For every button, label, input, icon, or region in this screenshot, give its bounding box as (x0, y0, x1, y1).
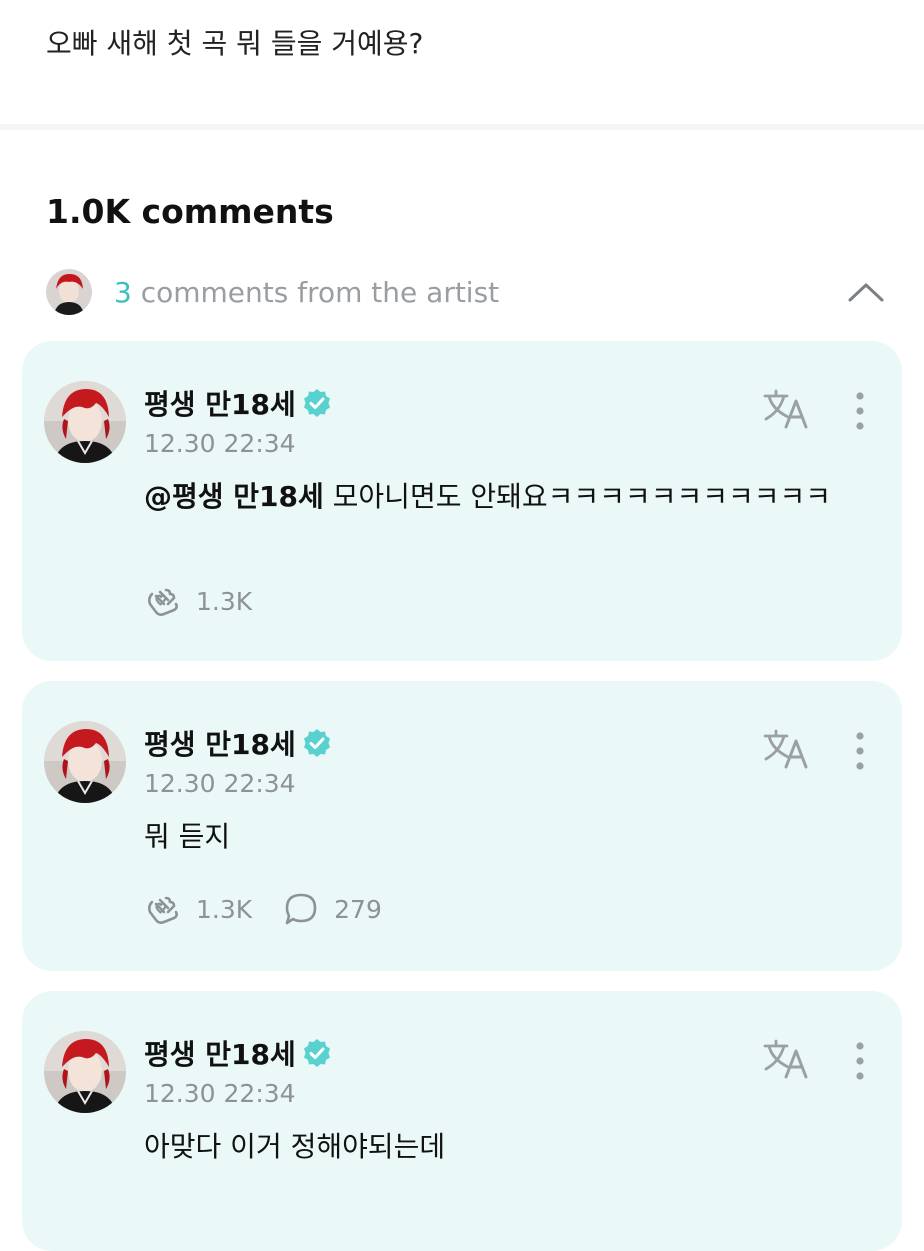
commenter-name-row: 평생 만18세 (144, 383, 332, 423)
comment-timestamp: 12.30 22:34 (144, 1079, 296, 1108)
comment-mention[interactable]: @평생 만18세 (144, 480, 324, 513)
more-vertical-icon[interactable] (848, 731, 872, 771)
commenter-name[interactable]: 평생 만18세 (144, 1033, 296, 1073)
artist-comments-count: 3 (114, 275, 132, 309)
speech-bubble-icon (285, 893, 317, 925)
section-divider (0, 124, 924, 130)
comment-timestamp: 12.30 22:34 (144, 429, 296, 458)
translate-icon[interactable] (762, 387, 812, 431)
artist-comments-label: 3 comments from the artist (114, 276, 499, 309)
artist-comment-card: 평생 만18세 12.30 22:34 아맞다 이거 정해야되는데 (22, 991, 902, 1251)
comment-body: 아맞다 이거 정해야되는데 (144, 1127, 874, 1167)
commenter-name-row: 평생 만18세 (144, 723, 332, 763)
comment-body: @평생 만18세 모아니면도 안돼요ㅋㅋㅋㅋㅋㅋㅋㅋㅋㅋㅋ (144, 477, 874, 517)
comment-actions: 1.3K 279 (144, 890, 412, 928)
artist-comments-text: comments from the artist (140, 275, 500, 309)
heart-hands-icon (148, 896, 178, 924)
commenter-avatar[interactable] (44, 381, 126, 463)
heart-hands-icon (148, 588, 178, 616)
comment-text: 뭐 듣지 (144, 820, 231, 853)
like-button[interactable]: 1.3K (144, 582, 252, 620)
comment-text: 모아니면도 안돼요ㅋㅋㅋㅋㅋㅋㅋㅋㅋㅋㅋ (323, 480, 832, 513)
like-count: 1.3K (196, 586, 253, 616)
artist-comments-toggle[interactable]: 3 comments from the artist (46, 268, 886, 316)
verified-badge-icon (303, 729, 330, 757)
comment-actions: 1.3K (144, 582, 282, 620)
commenter-name-row: 평생 만18세 (144, 1033, 332, 1073)
translate-icon[interactable] (762, 1037, 812, 1081)
artist-comment-card: 평생 만18세 12.30 22:34 뭐 듣지 1.3K 279 (22, 681, 902, 971)
artist-avatar (46, 269, 92, 315)
commenter-name[interactable]: 평생 만18세 (144, 723, 296, 763)
more-vertical-icon[interactable] (848, 1041, 872, 1081)
verified-badge-icon (303, 389, 330, 417)
translate-icon[interactable] (762, 727, 812, 771)
more-vertical-icon[interactable] (848, 391, 872, 431)
artist-comment-card: 평생 만18세 12.30 22:34 @평생 만18세 모아니면도 안돼요ㅋㅋ… (22, 341, 902, 661)
like-count: 1.3K (196, 894, 253, 924)
verified-badge-icon (303, 1039, 330, 1067)
comment-text: 아맞다 이거 정해야되는데 (144, 1130, 446, 1163)
reply-button[interactable]: 279 (282, 890, 382, 928)
comment-body: 뭐 듣지 (144, 817, 874, 857)
comment-timestamp: 12.30 22:34 (144, 769, 296, 798)
like-button[interactable]: 1.3K (144, 890, 252, 928)
chevron-up-icon[interactable] (846, 274, 886, 310)
commenter-name[interactable]: 평생 만18세 (144, 383, 296, 423)
comments-count: 1.0K comments (46, 192, 334, 231)
commenter-avatar[interactable] (44, 721, 126, 803)
commenter-avatar[interactable] (44, 1031, 126, 1113)
post-text: 오빠 새해 첫 곡 뭐 들을 거예용? (46, 27, 424, 60)
reply-count: 279 (334, 894, 382, 924)
